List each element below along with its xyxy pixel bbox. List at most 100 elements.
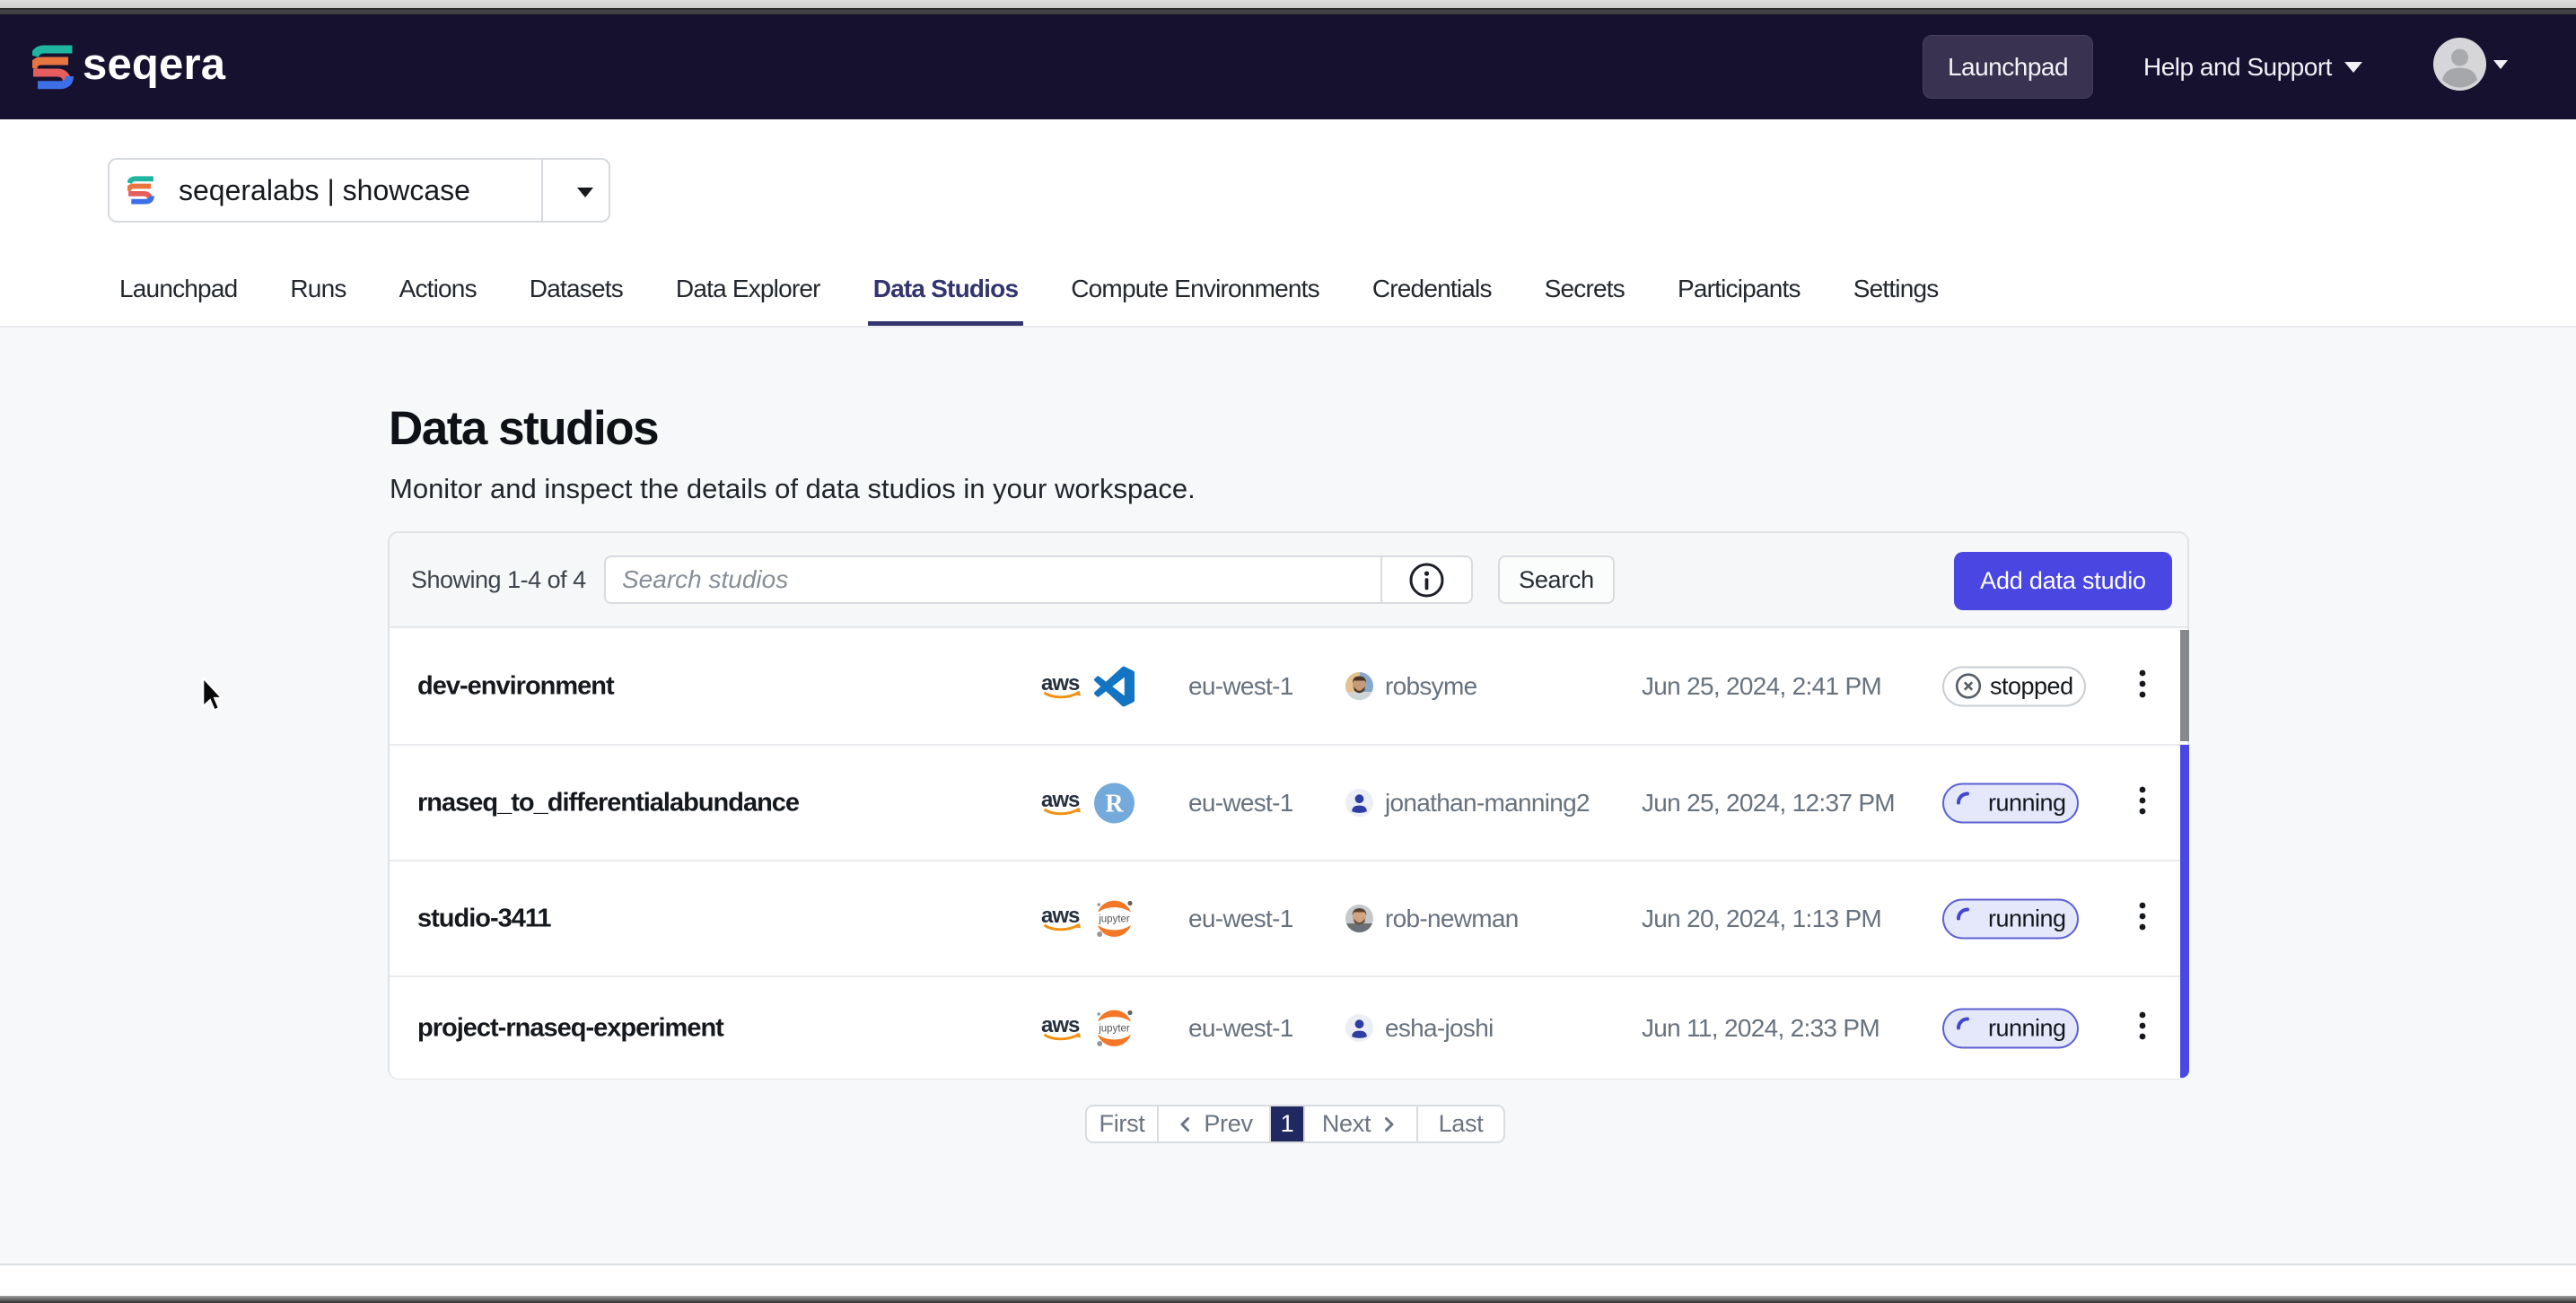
tab-secrets[interactable]: Secrets xyxy=(1545,251,1625,326)
user-menu[interactable] xyxy=(2433,38,2508,91)
aws-wordmark: aws xyxy=(1041,671,1080,695)
launchpad-button[interactable]: Launchpad xyxy=(1923,35,2093,99)
region: eu-west-1 xyxy=(1188,1014,1293,1043)
created-date: Jun 25, 2024, 12:37 PM xyxy=(1642,789,1895,818)
aws-icon: aws xyxy=(1041,1013,1083,1044)
tab-label: Participants xyxy=(1678,275,1801,303)
row-actions-kebab[interactable] xyxy=(2129,901,2156,937)
status-cell: running xyxy=(1942,1008,2079,1048)
spinner-icon xyxy=(1955,791,1980,816)
seqera-brand[interactable]: seqera xyxy=(32,14,225,119)
pagination-next[interactable]: Next xyxy=(1303,1106,1416,1141)
kebab-icon xyxy=(2138,669,2147,704)
search-input[interactable] xyxy=(606,557,1380,602)
tab-compute-environments[interactable]: Compute Environments xyxy=(1071,251,1319,326)
divider xyxy=(541,160,543,221)
studio-name[interactable]: dev-environment xyxy=(417,671,614,701)
workspace-tabs: Launchpad Runs Actions Datasets Data Exp… xyxy=(0,251,2576,328)
tab-label: Compute Environments xyxy=(1071,275,1319,303)
tab-launchpad[interactable]: Launchpad xyxy=(119,251,237,326)
tab-label: Credentials xyxy=(1372,275,1492,303)
tab-label: Actions xyxy=(399,275,477,303)
main-content: Data studios Monitor and inspect the det… xyxy=(0,328,2576,1264)
tab-actions[interactable]: Actions xyxy=(399,251,477,326)
help-and-support-menu[interactable]: Help and Support xyxy=(2143,14,2362,119)
tab-datasets[interactable]: Datasets xyxy=(530,251,623,326)
table-row-project-rnaseq-experiment[interactable]: project-rnaseq-experiment aws jupyter xyxy=(390,975,2187,1079)
user-avatar-icon xyxy=(1345,789,1373,817)
seqera-logo-icon xyxy=(32,45,74,90)
rstudio-letter: R xyxy=(1105,790,1124,818)
row-actions-kebab[interactable] xyxy=(2129,1010,2156,1046)
status-label: running xyxy=(1988,905,2066,932)
tab-label: Data Studios xyxy=(873,275,1019,303)
row-actions-kebab[interactable] xyxy=(2129,669,2156,704)
add-data-studio-button[interactable]: Add data studio xyxy=(1954,552,2172,610)
browser-chrome-divider xyxy=(0,8,2576,14)
aws-wordmark: aws xyxy=(1041,788,1080,812)
row-actions-kebab[interactable] xyxy=(2129,785,2156,821)
tab-participants[interactable]: Participants xyxy=(1678,251,1801,326)
user-name: rob-newman xyxy=(1385,905,1519,933)
pagination-first[interactable]: First xyxy=(1087,1106,1157,1141)
table-row-rnaseq-to-differentialabundance[interactable]: rnaseq_to_differentialabundance aws R xyxy=(390,744,2187,860)
studio-name[interactable]: studio-3411 xyxy=(417,904,551,933)
kebab-icon xyxy=(2138,1010,2147,1046)
footer-divider xyxy=(0,1264,2576,1265)
avatar xyxy=(2433,38,2486,91)
tab-label: Secrets xyxy=(1545,275,1625,303)
studio-name[interactable]: project-rnaseq-experiment xyxy=(417,1013,723,1043)
region: eu-west-1 xyxy=(1188,905,1293,933)
table-row-dev-environment[interactable]: dev-environment aws eu-west-1 xyxy=(390,628,2187,744)
status-label: running xyxy=(1988,1014,2066,1042)
jupyter-icon: jupyter xyxy=(1094,1008,1135,1048)
tab-credentials[interactable]: Credentials xyxy=(1372,251,1492,326)
created-date: Jun 20, 2024, 1:13 PM xyxy=(1642,905,1881,933)
status-cell: stopped xyxy=(1942,666,2086,706)
pagination-current-page[interactable]: 1 xyxy=(1269,1106,1303,1141)
tab-runs[interactable]: Runs xyxy=(290,251,346,326)
workspace-org-icon xyxy=(127,176,155,205)
user-avatar-photo xyxy=(1345,672,1373,700)
scrollbar-track xyxy=(2180,745,2189,1078)
workspace-dropdown-caret[interactable] xyxy=(577,188,593,197)
studios-table: dev-environment aws eu-west-1 xyxy=(390,628,2187,1079)
tab-label: Runs xyxy=(290,275,346,303)
table-row-studio-3411[interactable]: studio-3411 aws jupyter xyxy=(390,860,2187,975)
vscode-icon xyxy=(1094,666,1135,706)
search-info-button[interactable] xyxy=(1380,557,1471,602)
mouse-cursor xyxy=(202,677,223,711)
status-label: running xyxy=(1988,789,2066,817)
browser-chrome-strip xyxy=(0,0,2576,8)
tab-data-explorer[interactable]: Data Explorer xyxy=(676,251,820,326)
pagination-next-label: Next xyxy=(1322,1110,1371,1138)
aws-wordmark: aws xyxy=(1041,904,1080,928)
user-name: jonathan-manning2 xyxy=(1385,789,1590,818)
tab-label: Datasets xyxy=(530,275,623,303)
aws-icon: aws xyxy=(1041,788,1083,818)
pagination-last[interactable]: Last xyxy=(1416,1106,1503,1141)
user-name: esha-joshi xyxy=(1385,1014,1494,1043)
top-navbar: seqera Launchpad Help and Support xyxy=(0,14,2576,119)
chevron-left-icon xyxy=(1175,1114,1196,1135)
data-studios-card: Showing 1-4 of 4 Search Add data studio xyxy=(388,531,2189,1080)
tab-data-studios[interactable]: Data Studios xyxy=(873,251,1019,326)
tab-settings[interactable]: Settings xyxy=(1853,251,1939,326)
spinner-icon xyxy=(1955,906,1980,931)
pagination: First Prev 1 Next Last xyxy=(1085,1105,1505,1143)
table-toolbar: Showing 1-4 of 4 Search Add data studio xyxy=(390,533,2187,628)
workspace-selector[interactable]: seqeralabs | showcase xyxy=(108,158,610,223)
jupyter-wordmark: jupyter xyxy=(1098,914,1130,924)
pagination-prev-label: Prev xyxy=(1204,1110,1252,1138)
scrollbar-thumb[interactable] xyxy=(2180,630,2189,741)
table-scrollbar[interactable] xyxy=(2180,630,2189,1080)
studio-name[interactable]: rnaseq_to_differentialabundance xyxy=(417,788,799,818)
search-button[interactable]: Search xyxy=(1498,555,1615,604)
tab-label: Launchpad xyxy=(119,275,237,303)
tab-label: Data Explorer xyxy=(676,275,820,303)
user-cell: esha-joshi xyxy=(1345,1014,1494,1043)
pagination-prev[interactable]: Prev xyxy=(1157,1106,1269,1141)
chevron-right-icon xyxy=(1378,1114,1399,1135)
jupyter-icon: jupyter xyxy=(1094,898,1135,939)
status-label: stopped xyxy=(1990,672,2073,700)
